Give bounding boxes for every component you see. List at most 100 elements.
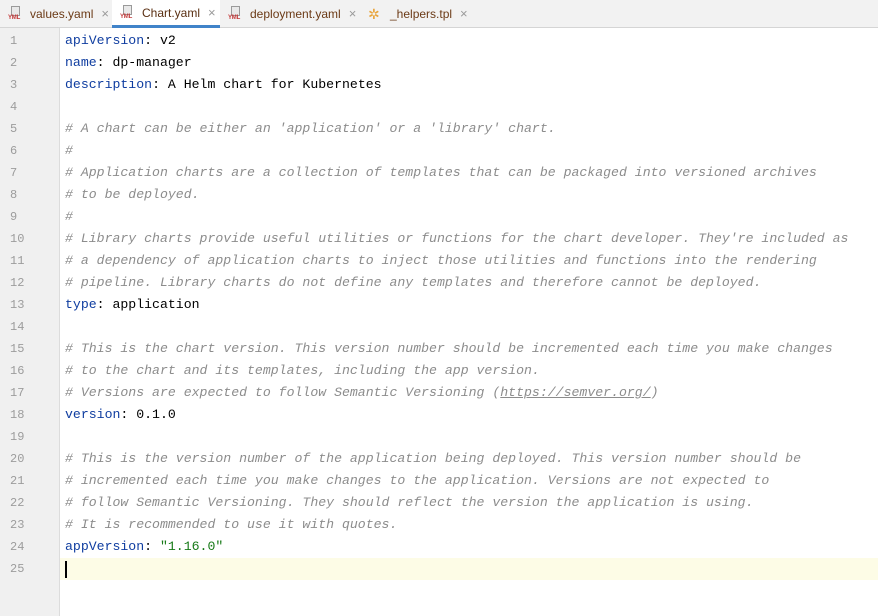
code-line[interactable]: # Versions are expected to follow Semant… xyxy=(60,382,878,404)
line-number: 12 xyxy=(10,276,25,290)
code-line[interactable]: appVersion: "1.16.0" xyxy=(60,536,878,558)
code-line[interactable] xyxy=(60,96,878,118)
code-line[interactable]: name: dp-manager xyxy=(60,52,878,74)
comment-text: # Application charts are a collection of… xyxy=(65,165,817,180)
yaml-value: : application xyxy=(96,297,200,312)
line-number: 3 xyxy=(10,78,18,92)
code-line-text: version: 0.1.0 xyxy=(65,404,176,426)
code-line-text: # xyxy=(65,140,73,162)
code-line-text: # It is recommended to use it with quote… xyxy=(65,514,397,536)
line-number: 20 xyxy=(10,452,25,466)
yaml-key: type xyxy=(65,297,97,312)
comment-text: # to the chart and its templates, includ… xyxy=(65,363,540,378)
code-line-text: # Library charts provide useful utilitie… xyxy=(65,228,848,250)
line-number: 16 xyxy=(10,364,25,378)
comment-text: # a dependency of application charts to … xyxy=(65,253,817,268)
code-line[interactable]: # Application charts are a collection of… xyxy=(60,162,878,184)
line-number: 23 xyxy=(10,518,25,532)
line-number: 19 xyxy=(10,430,25,444)
line-number: 11 xyxy=(10,254,25,268)
editor-tab-bar: YML values.yaml × YML Chart.yaml × YML d… xyxy=(0,0,878,28)
line-number: 13 xyxy=(10,298,25,312)
tab-helpers-tpl[interactable]: ✲ _helpers.tpl × xyxy=(360,0,480,27)
close-icon[interactable]: × xyxy=(460,7,468,20)
yaml-file-icon: YML xyxy=(8,5,24,22)
tab-deployment-yaml[interactable]: YML deployment.yaml × xyxy=(220,0,360,27)
yaml-key: appVersion xyxy=(65,539,145,554)
tab-chart-yaml[interactable]: YML Chart.yaml × xyxy=(112,0,220,28)
tab-label: deployment.yaml xyxy=(250,6,341,21)
code-line[interactable]: # This is the version number of the appl… xyxy=(60,448,878,470)
code-line[interactable]: # incremented each time you make changes… xyxy=(60,470,878,492)
code-line-text: # pipeline. Library charts do not define… xyxy=(65,272,761,294)
code-line[interactable] xyxy=(60,426,878,448)
comment-text: # A chart can be either an 'application'… xyxy=(65,121,556,136)
code-line-text: # a dependency of application charts to … xyxy=(65,250,817,272)
code-line-text: # A chart can be either an 'application'… xyxy=(65,118,556,140)
yaml-value: : dp-manager xyxy=(96,55,192,70)
yaml-file-icon: YML xyxy=(228,5,244,22)
yaml-key: description xyxy=(65,77,153,92)
yaml-key: name xyxy=(65,55,97,70)
code-line[interactable]: apiVersion: v2 xyxy=(60,30,878,52)
tab-label: _helpers.tpl xyxy=(390,6,453,21)
template-file-icon: ✲ xyxy=(368,5,380,22)
code-editor[interactable]: apiVersion: v2 name: dp-manager descriptio… xyxy=(60,28,878,616)
code-line-text: description: A Helm chart for Kubernetes xyxy=(65,74,382,96)
yaml-file-icon: YML xyxy=(120,4,136,21)
comment-text: # xyxy=(65,209,73,224)
comment-text: # follow Semantic Versioning. They shoul… xyxy=(65,495,754,510)
code-line[interactable] xyxy=(60,558,878,580)
comment-text: # This is the chart version. This versio… xyxy=(65,341,833,356)
code-line-text: # xyxy=(65,206,73,228)
yaml-key: version xyxy=(65,407,121,422)
code-line[interactable]: # xyxy=(60,206,878,228)
code-line[interactable]: # Library charts provide useful utilitie… xyxy=(60,228,878,250)
comment-text: # incremented each time you make changes… xyxy=(65,473,770,488)
tab-values-yaml[interactable]: YML values.yaml × xyxy=(0,0,115,27)
code-line-text: # Versions are expected to follow Semant… xyxy=(65,382,659,404)
line-number: 10 xyxy=(10,232,25,246)
code-line[interactable]: version: 0.1.0 xyxy=(60,404,878,426)
code-line-text: # to the chart and its templates, includ… xyxy=(65,360,540,382)
code-line[interactable]: # to be deployed. xyxy=(60,184,878,206)
line-number: 4 xyxy=(10,100,18,114)
tab-label: values.yaml xyxy=(30,6,94,21)
comment-text: # xyxy=(65,143,73,158)
url-link[interactable]: https://semver.org/ xyxy=(500,385,650,400)
code-line[interactable]: description: A Helm chart for Kubernetes xyxy=(60,74,878,96)
code-line[interactable]: # a dependency of application charts to … xyxy=(60,250,878,272)
comment-text: # Versions are expected to follow Semant… xyxy=(65,385,501,400)
line-number: 2 xyxy=(10,56,18,70)
yaml-value: : xyxy=(144,539,160,554)
code-line-text: apiVersion: v2 xyxy=(65,30,176,52)
code-line[interactable]: # It is recommended to use it with quote… xyxy=(60,514,878,536)
code-line[interactable]: # pipeline. Library charts do not define… xyxy=(60,272,878,294)
code-line[interactable]: # follow Semantic Versioning. They shoul… xyxy=(60,492,878,514)
yaml-value: : 0.1.0 xyxy=(120,407,176,422)
close-icon[interactable]: × xyxy=(208,6,216,19)
line-number: 24 xyxy=(10,540,25,554)
code-line-text: # This is the chart version. This versio… xyxy=(65,338,833,360)
code-line[interactable]: # xyxy=(60,140,878,162)
code-line-text: type: application xyxy=(65,294,200,316)
code-line-text: # This is the version number of the appl… xyxy=(65,448,801,470)
code-line[interactable]: # A chart can be either an 'application'… xyxy=(60,118,878,140)
line-number: 21 xyxy=(10,474,25,488)
line-number: 8 xyxy=(10,188,18,202)
code-line-text: # follow Semantic Versioning. They shoul… xyxy=(65,492,754,514)
code-line[interactable]: type: application xyxy=(60,294,878,316)
code-line-text: # to be deployed. xyxy=(65,184,200,206)
code-line-text: appVersion: "1.16.0" xyxy=(65,536,223,558)
close-icon[interactable]: × xyxy=(349,7,357,20)
comment-text: # Library charts provide useful utilitie… xyxy=(65,231,849,246)
line-number: 9 xyxy=(10,210,18,224)
comment-text: # It is recommended to use it with quote… xyxy=(65,517,398,532)
code-line[interactable] xyxy=(60,316,878,338)
code-line[interactable]: # to the chart and its templates, includ… xyxy=(60,360,878,382)
line-number-gutter[interactable]: 1 2 3 4 5 6 7 8 9 10 11 12 13 14 15 16 17 18 19 20 21 22 23 24 2… xyxy=(0,28,60,616)
yaml-key: apiVersion xyxy=(65,33,145,48)
close-icon[interactable]: × xyxy=(101,7,109,20)
code-line[interactable]: # This is the chart version. This versio… xyxy=(60,338,878,360)
line-number: 15 xyxy=(10,342,25,356)
